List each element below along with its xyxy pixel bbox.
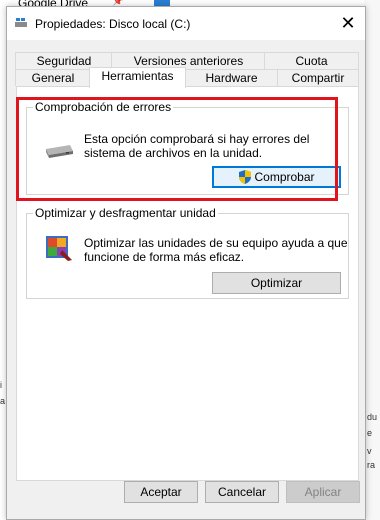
- properties-dialog: Propiedades: Disco local (C:) ✕ Segurida…: [6, 6, 366, 520]
- optimize-description-line1: Optimizar las unidades de su equipo ayud…: [84, 236, 348, 250]
- optimize-title: Optimizar y desfragmentar unidad: [33, 206, 218, 220]
- optimize-group: Optimizar y desfragmentar unidad Optimiz…: [26, 206, 349, 299]
- drive-icon: [15, 18, 27, 27]
- title-bar[interactable]: Propiedades: Disco local (C:) ✕: [7, 7, 365, 40]
- background-right-text: e: [367, 428, 373, 438]
- tab-general[interactable]: General: [15, 69, 91, 86]
- background-right-text: du: [367, 412, 378, 422]
- cancel-button[interactable]: Cancelar: [205, 481, 279, 503]
- background-left-text: a: [0, 396, 6, 406]
- background-right-pane: [364, 0, 380, 520]
- annotation-highlight: [16, 97, 338, 201]
- close-button[interactable]: ✕: [331, 7, 365, 40]
- close-icon: ✕: [340, 13, 356, 33]
- apply-button-label: Aplicar: [304, 485, 342, 499]
- apply-button[interactable]: Aplicar: [286, 481, 360, 503]
- background-right-text: ra: [367, 460, 376, 470]
- tab-quota[interactable]: Cuota: [264, 52, 359, 69]
- cancel-button-label: Cancelar: [217, 485, 267, 499]
- ok-button[interactable]: Aceptar: [124, 481, 198, 503]
- tab-tools[interactable]: Herramientas: [89, 67, 186, 88]
- dialog-title: Propiedades: Disco local (C:): [35, 17, 191, 31]
- optimize-button[interactable]: Optimizar: [212, 272, 341, 294]
- defrag-icon: [46, 236, 72, 261]
- optimize-button-label: Optimizar: [250, 276, 303, 290]
- tab-hardware[interactable]: Hardware: [184, 69, 279, 86]
- ok-button-label: Aceptar: [140, 485, 182, 499]
- optimize-description-line2: funcione de forma más eficaz.: [84, 250, 245, 264]
- background-right-text: v: [367, 446, 372, 456]
- tab-sharing[interactable]: Compartir: [277, 69, 359, 86]
- background-left-text: i: [0, 380, 2, 390]
